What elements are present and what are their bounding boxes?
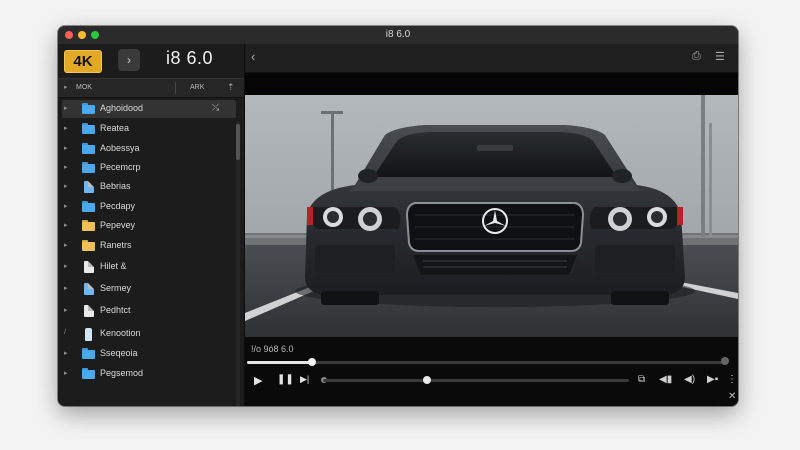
car-video-frame-image [245,95,738,337]
list-item[interactable]: ▸ Aghoidood ⤯ [62,100,236,118]
folder-icon [82,162,95,173]
volume-icon[interactable]: ◀) [684,374,695,385]
folder-icon [82,103,95,114]
list-item-label: Reatea [100,123,130,133]
progress-end-marker [721,357,729,365]
disclosure-icon[interactable]: ▸ [64,104,68,112]
app-name: i8 6.0 [166,48,214,68]
list-item-label: Sseqeoia [100,348,138,358]
progress-knob[interactable] [307,358,316,366]
4k-logo: 4K [64,50,102,73]
expand-arrow-icon[interactable]: ▸ [64,83,68,91]
sidebar: 4K › i8 6.0 ▸ MOK ARK ⇡ ▸ Aghoidood ⤯ ▸ … [58,44,245,406]
list-item-label: Pecdapy [100,201,136,211]
back-icon[interactable]: ‹ [251,49,255,64]
list-item-label: Pegsemod [100,368,144,378]
list-item[interactable]: ▸ Pecdapy [62,198,236,216]
disclosure-icon[interactable]: ▸ [64,144,68,152]
list-item-label: Hilet & [100,261,127,271]
column-divider [175,82,176,94]
time-label: !/o 9ó8 6.0 [251,344,294,354]
disclosure-icon[interactable]: ▸ [64,349,68,357]
list-item-label: Bebrias [100,181,131,191]
forward-button[interactable]: › [118,49,140,71]
disclosure-icon[interactable]: / [64,329,66,336]
camera-icon[interactable]: ▶▪ [707,374,718,385]
pause-icon[interactable]: ❚❚ [277,374,294,385]
document-icon [82,261,95,273]
list-item[interactable]: ▸ Reatea [62,120,236,138]
list-item[interactable]: ▸ Sermey [62,280,236,298]
list-item[interactable]: ▸ Sseqeoia [62,345,236,363]
app-window: i8 6.0 4K › i8 6.0 ▸ MOK ARK ⇡ ▸ Aghoido… [58,26,738,406]
menu-icon[interactable]: ☰ [715,50,725,63]
folder-icon [82,201,95,212]
folder-icon [82,220,95,231]
share-icon[interactable]: ⎙ [692,50,701,63]
list-item-label: Aobessya [100,143,140,153]
play-icon[interactable]: ▶ [254,374,262,387]
letterbox [245,73,738,95]
playback-controls: !/o 9ó8 6.0 ▶ ❚❚ ▶| ⧉ ◀▮ ◀) ▶▪ ⋮ ✕ [245,337,738,406]
video-frame[interactable] [245,95,738,337]
disclosure-icon[interactable]: ▸ [64,284,68,292]
seek-track[interactable] [323,379,629,382]
column-header-kind[interactable]: ARK [190,84,204,91]
list-item-label: Pepevey [100,220,136,230]
folder-icon [82,348,95,359]
disclosure-icon[interactable]: ▸ [64,202,68,210]
pin-icon[interactable]: ⤯ [212,102,219,113]
list-item-label: Ranetrs [100,240,132,250]
list-item-label: Kenootion [100,328,141,338]
progress-fill [247,361,312,364]
folder-icon [82,368,95,379]
disclosure-icon[interactable]: ▸ [64,241,68,249]
audio-track-icon[interactable]: ◀▮ [659,374,672,385]
next-icon[interactable]: ▶| [300,374,309,385]
bottle-icon [82,328,95,341]
list-item-label: Pedhtct [100,305,131,315]
list-item[interactable]: ▸ Pepevey [62,217,236,235]
close-icon[interactable]: ✕ [728,391,736,402]
window-title: i8 6.0 [385,29,411,40]
disclosure-icon[interactable]: ▸ [64,163,68,171]
folder-icon [82,240,95,251]
folder-icon [82,143,95,154]
list-item[interactable]: ▸ Hilet & [62,258,236,276]
progress-bar[interactable] [247,358,727,366]
disclosure-icon[interactable]: ▸ [64,369,68,377]
title-bar: i8 6.0 [58,26,738,45]
more-options-icon[interactable]: ⋮ [727,374,737,385]
captions-icon[interactable]: ⧉ [638,374,645,385]
disclosure-icon[interactable]: ▸ [64,262,68,270]
scrollbar-thumb[interactable] [236,124,240,160]
disclosure-icon[interactable]: ▸ [64,221,68,229]
document-icon [82,283,95,295]
list-item-label: Aghoidood [100,103,144,113]
document-icon [82,305,95,317]
disclosure-icon[interactable]: ▸ [64,182,68,190]
column-header-name[interactable]: MOK [76,84,92,91]
player-toolbar: ‹ ⎙ ☰ [245,44,738,73]
list-item[interactable]: ▸ Pegsemod [62,365,236,383]
disclosure-icon[interactable]: ▸ [64,124,68,132]
sort-icon[interactable]: ⇡ [227,82,235,93]
folder-icon [82,123,95,134]
list-item-label: Pecemcrp [100,162,141,172]
column-header: ▸ MOK ARK ⇡ [58,78,244,98]
video-player: ‹ ⎙ ☰ !/o 9ó8 6.0 ▶ ❚❚ ▶| ⧉ ◀▮ ◀) ▶▪ ⋮ ✕ [245,44,738,406]
list-item[interactable]: ▸ Aobessya [62,140,236,158]
list-item[interactable]: / Kenootion [62,325,236,343]
list-item[interactable]: ▸ Bebrias [62,178,236,196]
disclosure-icon[interactable]: ▸ [64,306,68,314]
list-item-label: Sermey [100,283,132,293]
list-item[interactable]: ▸ Pedhtct [62,302,236,320]
document-icon [82,181,95,193]
seek-knob[interactable] [423,376,431,384]
sidebar-vertical-scrollbar[interactable] [236,122,240,406]
list-item[interactable]: ▸ Ranetrs [62,237,236,255]
list-item[interactable]: ▸ Pecemcrp [62,159,236,177]
